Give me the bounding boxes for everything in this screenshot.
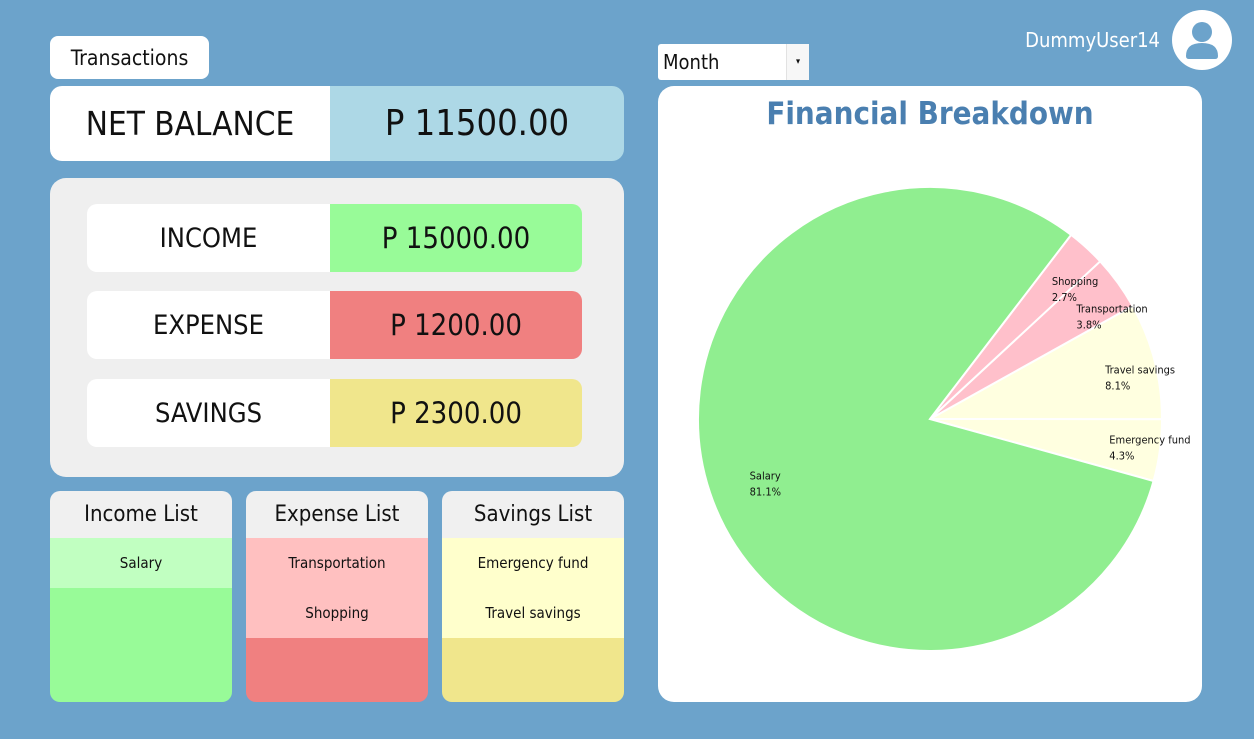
pie-percent-label: 4.3% [1109,449,1134,462]
income-value: P 15000.00 [330,204,582,272]
pie-percent-label: 2.7% [1052,291,1077,304]
chart-title: Financial Breakdown [766,96,1094,132]
pie-label: Shopping [1052,275,1099,288]
savings-label: SAVINGS [87,379,330,447]
username-label: DummyUser14 [1025,28,1160,52]
net-balance-card: NET BALANCE P 11500.00 [50,86,624,161]
pie-label: Emergency fund [1109,433,1190,446]
pie-percent-label: 3.8% [1076,319,1101,332]
pie-label: Salary [750,469,781,482]
expense-list-item[interactable]: Shopping [246,588,428,638]
savings-list-panel: Savings List Emergency fund Travel savin… [442,491,624,702]
income-list-item[interactable]: Salary [50,538,232,588]
summary-panel: INCOME P 15000.00 EXPENSE P 1200.00 SAVI… [50,178,624,477]
income-list-panel: Income List Salary [50,491,232,702]
transactions-button[interactable]: Transactions [50,36,209,79]
pie-label: Travel savings [1104,364,1175,377]
chevron-down-icon[interactable]: ▾ [786,44,809,80]
period-select-value: Month [663,50,720,74]
savings-value: P 2300.00 [330,379,582,447]
savings-list-title: Savings List [442,491,624,538]
user-avatar-icon[interactable] [1172,10,1232,70]
savings-list-item[interactable]: Travel savings [442,588,624,638]
expense-list-item[interactable]: Transportation [246,538,428,588]
pie-percent-label: 81.1% [750,485,781,498]
user-avatar-graphic [1186,22,1218,59]
income-list-body: Salary [50,538,232,702]
expense-summary: EXPENSE P 1200.00 [87,291,582,359]
income-list-title: Income List [50,491,232,538]
pie-label: Transportation [1075,303,1147,316]
savings-summary: SAVINGS P 2300.00 [87,379,582,447]
expense-label: EXPENSE [87,291,330,359]
net-balance-value: P 11500.00 [330,86,624,161]
pie-chart: Emergency fund 4.3% Travel savings 8.1% Tran… [697,186,1191,652]
savings-list-body: Emergency fund Travel savings [442,538,624,702]
chart-panel: Emergency fund 4.3% Travel savings 8.1% Tran… [658,86,1202,702]
period-select[interactable]: Month ▾ [658,44,809,80]
expense-list-panel: Expense List Transportation Shopping [246,491,428,702]
net-balance-label: NET BALANCE [50,86,330,161]
income-summary: INCOME P 15000.00 [87,204,582,272]
expense-list-title: Expense List [246,491,428,538]
expense-list-body: Transportation Shopping [246,538,428,702]
savings-list-item[interactable]: Emergency fund [442,538,624,588]
expense-value: P 1200.00 [330,291,582,359]
income-label: INCOME [87,204,330,272]
pie-percent-label: 8.1% [1105,380,1130,393]
